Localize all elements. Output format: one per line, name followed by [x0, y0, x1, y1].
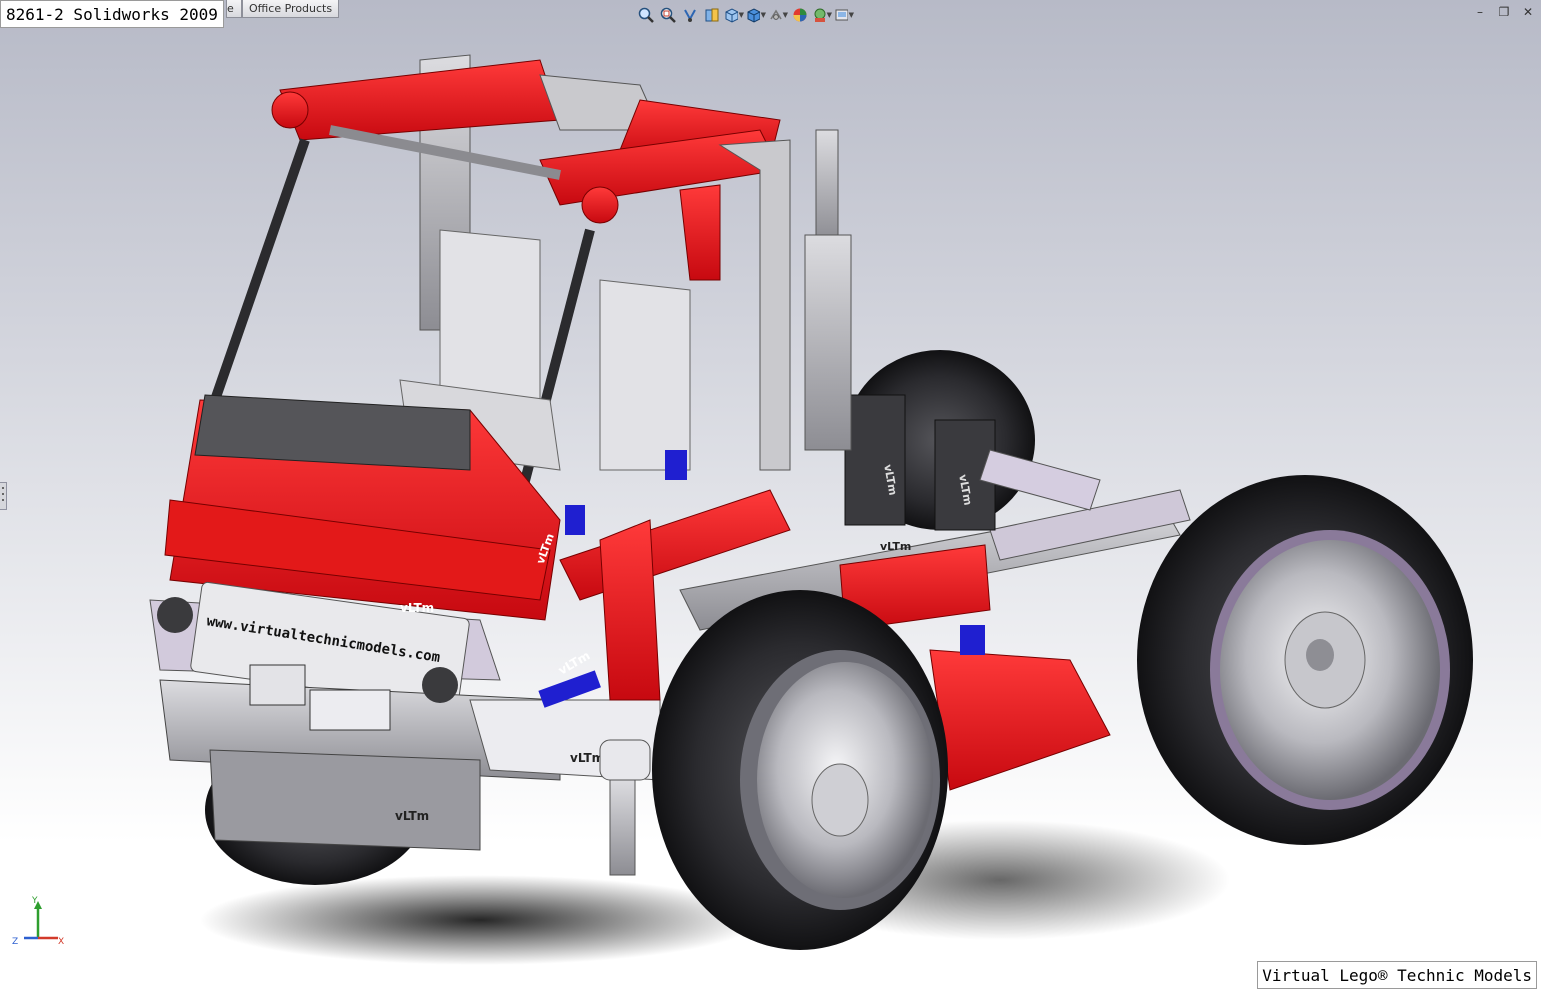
- triad-y-label: Y: [31, 896, 38, 906]
- front-right-wheel: [652, 590, 948, 950]
- ground-shadow: [200, 875, 760, 965]
- part-mark-1: vLTm: [400, 601, 434, 615]
- graphics-area-model[interactable]: www.virtualtechnicmodels.com vLTm vLTm v…: [0, 0, 1541, 991]
- coordinate-triad: Y Z X: [12, 896, 64, 947]
- exhaust-stack: [804, 129, 852, 451]
- part-mark-2: vLTm: [570, 751, 604, 765]
- steering-knuckle: [599, 739, 651, 876]
- part-mark-5: vLTm: [880, 540, 911, 553]
- part-mark-3: vLTm: [395, 809, 429, 823]
- rear-right-wheel: [1137, 475, 1473, 845]
- document-title: 8261-2 Solidworks 2009: [0, 0, 224, 28]
- tab-office-products[interactable]: Office Products: [242, 0, 340, 18]
- triad-x-label: X: [58, 937, 64, 947]
- credit-label: Virtual Lego® Technic Models: [1257, 961, 1537, 989]
- task-pane-tabs: e Office Products: [226, 0, 340, 18]
- front-body: www.virtualtechnicmodels.com vLTm vLTm v…: [149, 394, 661, 851]
- tab-partial[interactable]: e: [226, 0, 242, 18]
- triad-z-label: Z: [12, 937, 18, 947]
